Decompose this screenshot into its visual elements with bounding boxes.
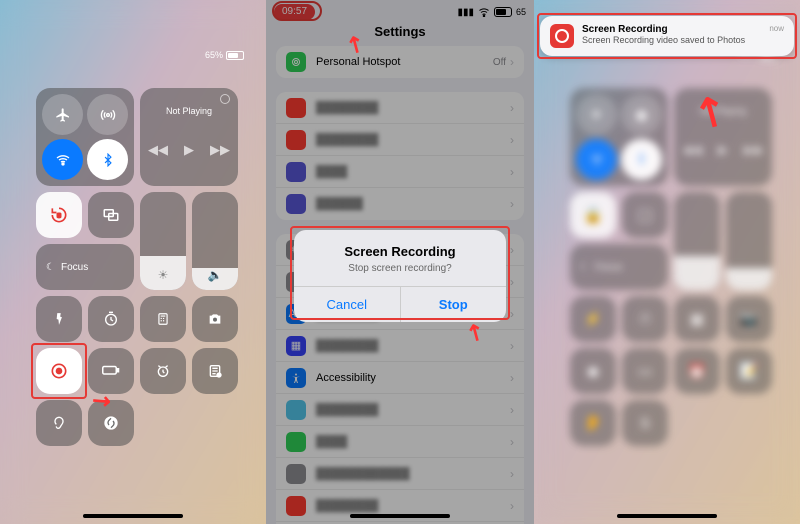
cellular-toggle[interactable]: ◉ — [621, 94, 662, 135]
volume-slider[interactable]: 🔈 — [192, 192, 238, 290]
low-power-button[interactable]: ▭ — [622, 348, 668, 394]
prev-icon[interactable]: ◀◀ — [148, 142, 168, 158]
home-indicator[interactable] — [617, 514, 717, 518]
notes-button[interactable]: 📝 — [726, 348, 772, 394]
screen-record-button[interactable] — [36, 348, 82, 394]
stop-button[interactable]: Stop — [400, 287, 507, 322]
cancel-button[interactable]: Cancel — [294, 287, 400, 322]
media-title: Not Playing — [140, 106, 238, 116]
focus-button[interactable]: ☾ Focus — [36, 244, 134, 290]
shazam-button[interactable] — [88, 400, 134, 446]
wifi-toggle[interactable] — [42, 139, 83, 180]
alert-title: Screen Recording — [294, 244, 506, 259]
alarm-button[interactable]: ⏰ — [674, 348, 720, 394]
camera-button[interactable]: 📷 — [726, 296, 772, 342]
alarm-button[interactable] — [140, 348, 186, 394]
wifi-toggle[interactable] — [576, 139, 617, 180]
timer-button[interactable]: ⏱ — [622, 296, 668, 342]
notification-title: Screen Recording — [582, 24, 761, 35]
cellular-toggle[interactable] — [87, 94, 128, 135]
alert-message: Stop screen recording? — [294, 263, 506, 274]
screen-mirror-button[interactable]: ▢ — [622, 192, 668, 238]
calculator-button[interactable] — [140, 296, 186, 342]
screen-mirror-button[interactable] — [88, 192, 134, 238]
low-power-button[interactable] — [88, 348, 134, 394]
hearing-button[interactable] — [36, 400, 82, 446]
home-indicator[interactable] — [83, 514, 183, 518]
media-title: Not Playing — [674, 106, 772, 116]
status-bar: 65% — [205, 50, 244, 60]
play-icon[interactable]: ▶ — [184, 142, 194, 158]
brightness-slider[interactable] — [674, 192, 720, 290]
connectivity-tile: ✈ ◉ ᚼ — [570, 88, 668, 186]
camera-button[interactable] — [192, 296, 238, 342]
brightness-slider[interactable]: ☀ — [140, 192, 186, 290]
next-icon[interactable]: ▶▶ — [210, 142, 230, 158]
focus-label: Focus — [61, 262, 88, 273]
calculator-button[interactable]: ▦ — [674, 296, 720, 342]
sun-icon: ☀ — [140, 268, 186, 282]
shazam-button[interactable]: S — [622, 400, 668, 446]
panel-saved-notification: 65% ✈ ◉ ᚼ Not Playing ◀◀▶▶▶ 🔒 ▢ — [534, 0, 800, 524]
stop-recording-alert: Screen Recording Stop screen recording? … — [294, 230, 506, 322]
flashlight-button[interactable] — [36, 296, 82, 342]
moon-icon: ☾ — [46, 262, 55, 273]
bluetooth-toggle[interactable]: ᚼ — [621, 139, 662, 180]
media-tile[interactable]: Not Playing ◀◀▶▶▶ — [674, 88, 772, 186]
notification-body: Screen Recording video saved to Photos — [582, 35, 761, 45]
notes-button[interactable] — [192, 348, 238, 394]
battery-percent: 65% — [205, 50, 223, 60]
speaker-icon: 🔈 — [192, 268, 238, 282]
panel-settings-stop: 09:57 ▮▮▮ 65 Settings Personal — [266, 0, 534, 524]
timer-button[interactable] — [88, 296, 134, 342]
airplane-toggle[interactable]: ✈ — [576, 94, 617, 135]
hearing-button[interactable]: 👂 — [570, 400, 616, 446]
home-indicator[interactable] — [350, 514, 450, 518]
screen-record-button[interactable]: ◉ — [570, 348, 616, 394]
focus-button[interactable]: ☾Focus — [570, 244, 668, 290]
orientation-lock-toggle[interactable] — [36, 192, 82, 238]
airplay-icon — [220, 94, 230, 104]
orientation-lock-toggle[interactable]: 🔒 — [570, 192, 616, 238]
panel-control-center: 65% — [0, 0, 266, 524]
record-app-icon — [550, 24, 574, 48]
volume-slider[interactable] — [726, 192, 772, 290]
bluetooth-toggle[interactable] — [87, 139, 128, 180]
notification-time: now — [769, 24, 784, 33]
airplane-toggle[interactable] — [42, 94, 83, 135]
screen-recording-notification[interactable]: Screen Recording Screen Recording video … — [540, 16, 794, 56]
battery-icon — [226, 51, 244, 60]
flashlight-button[interactable]: ⚡ — [570, 296, 616, 342]
media-tile[interactable]: Not Playing ◀◀ ▶ ▶▶ — [140, 88, 238, 186]
connectivity-tile — [36, 88, 134, 186]
